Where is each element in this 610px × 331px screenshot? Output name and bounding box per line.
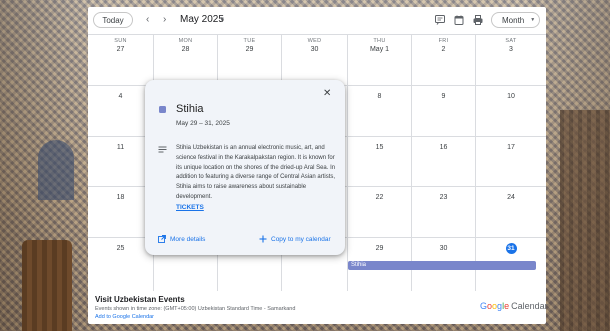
day-number: 27	[116, 46, 125, 53]
day-number: 10	[507, 93, 515, 100]
day-cell[interactable]: 22	[348, 187, 412, 238]
day-number: 29	[245, 46, 254, 53]
message-icon[interactable]	[434, 14, 446, 26]
day-cell[interactable]: MON 28	[154, 35, 218, 86]
day-cell[interactable]: WED 30	[282, 35, 348, 86]
calendar-name: Visit Uzbekistan Events	[95, 295, 185, 304]
add-to-google-calendar-link[interactable]: Add to Google Calendar	[95, 314, 154, 320]
event-title: Stihia	[176, 103, 204, 115]
day-cell[interactable]: 17	[476, 137, 546, 187]
day-number: 17	[507, 144, 515, 151]
event-details-popup: ✕ Stihia May 29 – 31, 2025 Stihia Uzbeki…	[145, 80, 345, 255]
day-number: 11	[116, 144, 125, 151]
weekday-label: THU	[373, 38, 386, 44]
copy-to-calendar-link[interactable]: Copy to my calendar	[259, 235, 331, 243]
weekday-label: SAT	[505, 38, 517, 44]
calendar-icon[interactable]	[453, 14, 465, 26]
event-dates: May 29 – 31, 2025	[176, 120, 230, 127]
day-cell[interactable]: 15	[348, 137, 412, 187]
plus-icon	[259, 235, 267, 243]
more-details-label: More details	[170, 235, 206, 243]
event-chip-stihia[interactable]: Stihia	[348, 261, 536, 270]
day-cell[interactable]: 8	[348, 86, 412, 137]
day-number: 15	[375, 144, 384, 151]
weekday-label: WED	[307, 38, 322, 44]
print-icon[interactable]	[472, 14, 484, 26]
chevron-left-icon[interactable]: ‹	[146, 13, 149, 27]
day-cell[interactable]: 9	[412, 86, 476, 137]
day-cell[interactable]: 10	[476, 86, 546, 137]
day-number: 24	[507, 194, 515, 201]
google-calendar-logo[interactable]: Google Calendar	[480, 300, 548, 312]
day-number: 3	[509, 46, 513, 53]
day-cell[interactable]: THU May 1	[348, 35, 412, 86]
weekday-label: SUN	[114, 38, 127, 44]
day-cell[interactable]: TUE 29	[218, 35, 282, 86]
day-number: 25	[116, 245, 125, 252]
weekday-label: MON	[178, 38, 193, 44]
day-number: 8	[377, 93, 382, 100]
day-cell[interactable]: 23	[412, 187, 476, 238]
day-number: 23	[439, 194, 448, 201]
day-number: 16	[439, 144, 448, 151]
day-number: 22	[375, 194, 384, 201]
event-description: Stihia Uzbekistan is an annual electroni…	[176, 145, 336, 200]
day-cell[interactable]: FRI 2	[412, 35, 476, 86]
timezone-note: Events shown in time zone: (GMT+05:00) U…	[95, 306, 296, 312]
open-external-icon	[158, 235, 166, 243]
weekday-label: TUE	[243, 38, 256, 44]
background-door	[22, 240, 72, 331]
logo-word: Calendar	[511, 301, 548, 311]
day-cell[interactable]: SUN 27	[88, 35, 154, 86]
background-right-door	[560, 110, 610, 331]
weekday-label: FRI	[438, 38, 449, 44]
copy-to-calendar-label: Copy to my calendar	[271, 235, 331, 243]
day-number: May 1	[369, 46, 390, 53]
event-color-swatch	[159, 106, 166, 113]
day-number: 30	[439, 245, 448, 252]
description-icon	[158, 146, 167, 153]
today-button[interactable]: Today	[93, 12, 133, 28]
day-number: 4	[118, 93, 123, 100]
close-icon[interactable]: ✕	[323, 88, 331, 100]
background-arch	[38, 140, 74, 200]
chevron-down-icon[interactable]: ▼	[219, 14, 225, 26]
day-number: 28	[181, 46, 190, 53]
day-number: 30	[310, 46, 319, 53]
chevron-right-icon[interactable]: ›	[163, 13, 166, 27]
day-cell[interactable]: 24	[476, 187, 546, 238]
tickets-link[interactable]: TICKETS	[176, 204, 204, 211]
day-number: 2	[441, 46, 446, 53]
day-cell[interactable]: 16	[412, 137, 476, 187]
view-selector[interactable]: Month ▼	[491, 12, 540, 28]
day-number: 29	[375, 245, 384, 252]
view-label: Month	[502, 15, 525, 25]
chevron-down-icon: ▼	[530, 17, 536, 23]
calendar-toolbar: Today ‹ › May 2025 ▼ Month ▼	[88, 7, 546, 33]
more-details-link[interactable]: More details	[158, 235, 205, 243]
day-number: 18	[116, 194, 125, 201]
today-day-number: 31	[505, 243, 517, 254]
day-cell[interactable]: SAT 3	[476, 35, 546, 86]
month-title[interactable]: May 2025	[180, 13, 224, 27]
day-number: 9	[441, 93, 446, 100]
